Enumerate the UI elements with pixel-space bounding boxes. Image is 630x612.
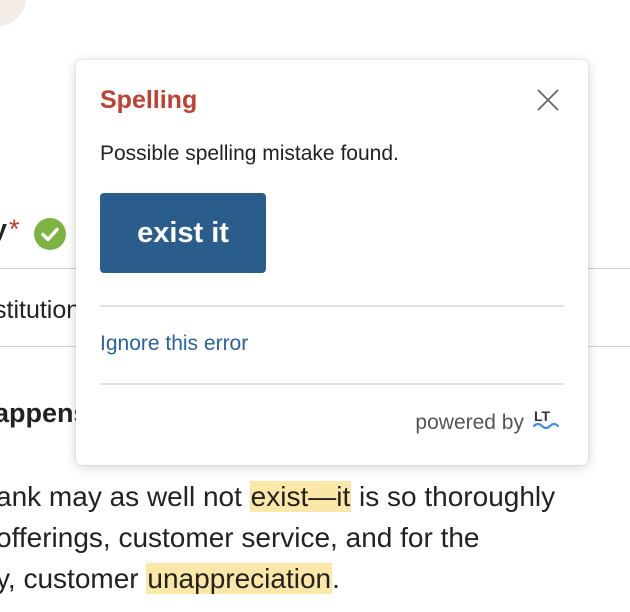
popup-title: Spelling: [100, 86, 198, 114]
required-marker: *: [9, 214, 20, 244]
svg-text:LT: LT: [534, 408, 551, 424]
powered-by-label: powered by: [415, 411, 524, 434]
popup-message: Possible spelling mistake found.: [100, 142, 399, 165]
spelling-highlight[interactable]: exist—it: [249, 481, 352, 512]
field-label-text: y: [0, 214, 7, 244]
body-line: y, customer unappreciation.: [0, 563, 340, 594]
field-label: y*: [0, 214, 20, 245]
suggestion-button[interactable]: exist it: [100, 193, 266, 273]
spelling-highlight[interactable]: unappreciation: [146, 563, 333, 594]
avatar: ★: [0, 0, 26, 26]
body-text[interactable]: ank may as well not exist—it is so thoro…: [0, 476, 630, 599]
body-line: offerings, customer service, and for the: [0, 522, 480, 553]
spelling-popup: Spelling Possible spelling mistake found…: [76, 60, 588, 465]
page: ★ y* stitutional appens ank may as well …: [0, 0, 630, 612]
popup-divider: [100, 305, 564, 307]
ignore-error-link[interactable]: Ignore this error: [100, 332, 248, 356]
checkmark-icon: [34, 218, 66, 250]
popup-divider: [100, 383, 564, 385]
powered-by: powered by LT: [415, 408, 560, 438]
languagetool-logo-icon: LT: [532, 408, 560, 438]
body-line: ank may as well not exist—it is so thoro…: [0, 481, 556, 512]
close-icon[interactable]: [536, 88, 560, 112]
